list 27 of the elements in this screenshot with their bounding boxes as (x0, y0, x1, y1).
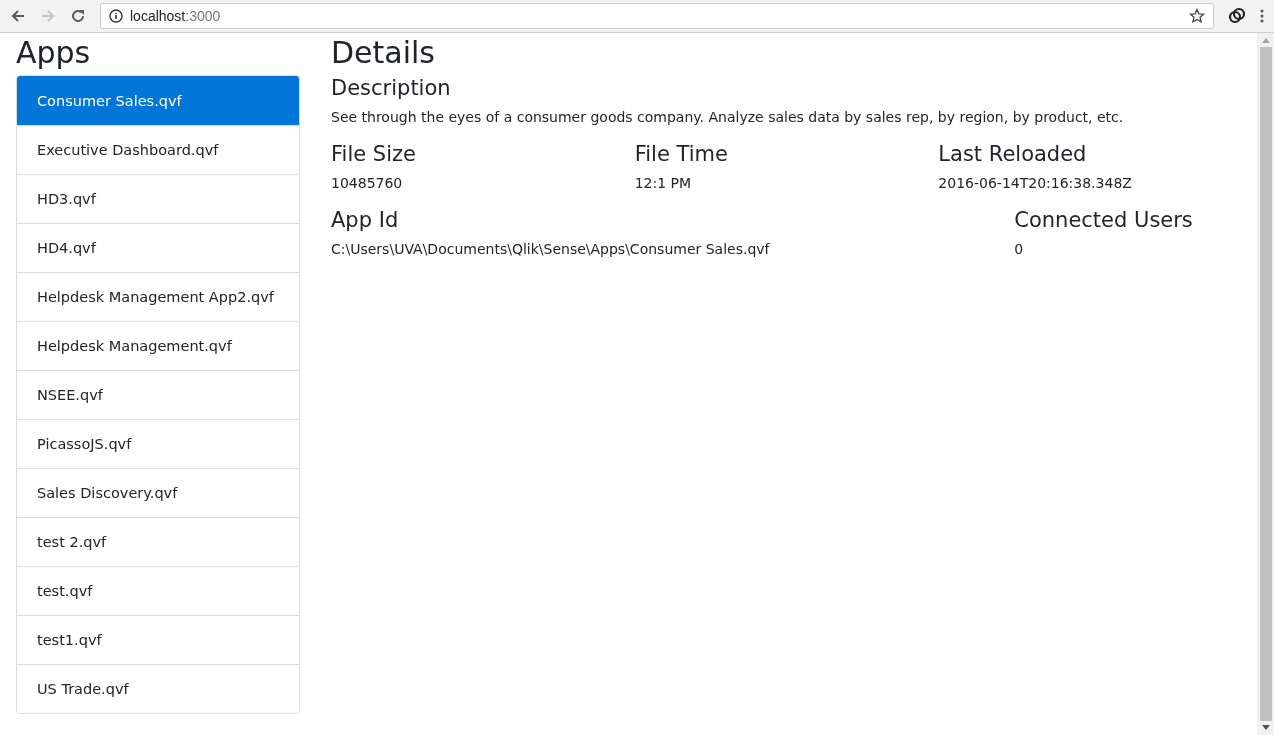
field-heading: Last Reloaded (938, 141, 1088, 167)
description-text: See through the eyes of a consumer goods company. Analyze sales data by sales rep, by region, by product, etc. (331, 108, 1125, 127)
scrollbar[interactable] (1257, 33, 1274, 735)
scrollbar-thumb[interactable] (1259, 47, 1272, 721)
reload-icon[interactable] (70, 8, 86, 24)
app-list-item[interactable]: US Trade.qvf (17, 664, 299, 713)
field-value: 10485760 (331, 174, 404, 193)
app-list-item[interactable]: Consumer Sales.qvf (17, 76, 299, 125)
field-heading: File Size (331, 141, 417, 167)
field-value: 2016-06-14T20:16:38.348Z (938, 174, 1133, 193)
details-heading: Details (331, 35, 436, 71)
field-value: 0 (1014, 240, 1025, 259)
address-bar[interactable]: localhost:3000 (100, 3, 1214, 29)
scroll-down-icon[interactable] (1261, 725, 1270, 730)
field-heading: File Time (634, 141, 729, 167)
field-value: 12:1 PM (634, 174, 693, 193)
field-heading: Connected Users (1014, 207, 1194, 233)
description-heading: Description (331, 75, 452, 101)
extension-icon[interactable] (1228, 7, 1246, 25)
field-heading: App Id (331, 207, 400, 233)
info-icon (109, 9, 123, 23)
back-arrow-icon[interactable] (10, 8, 26, 24)
star-icon[interactable] (1189, 8, 1205, 24)
apps-heading: Apps (16, 35, 92, 71)
url-text: localhost:3000 (130, 8, 222, 24)
field-value: C:\Users\UVA\Documents\Qlik\Sense\Apps\Consumer Sales.qvf (331, 240, 771, 259)
menu-icon[interactable] (1260, 8, 1264, 24)
